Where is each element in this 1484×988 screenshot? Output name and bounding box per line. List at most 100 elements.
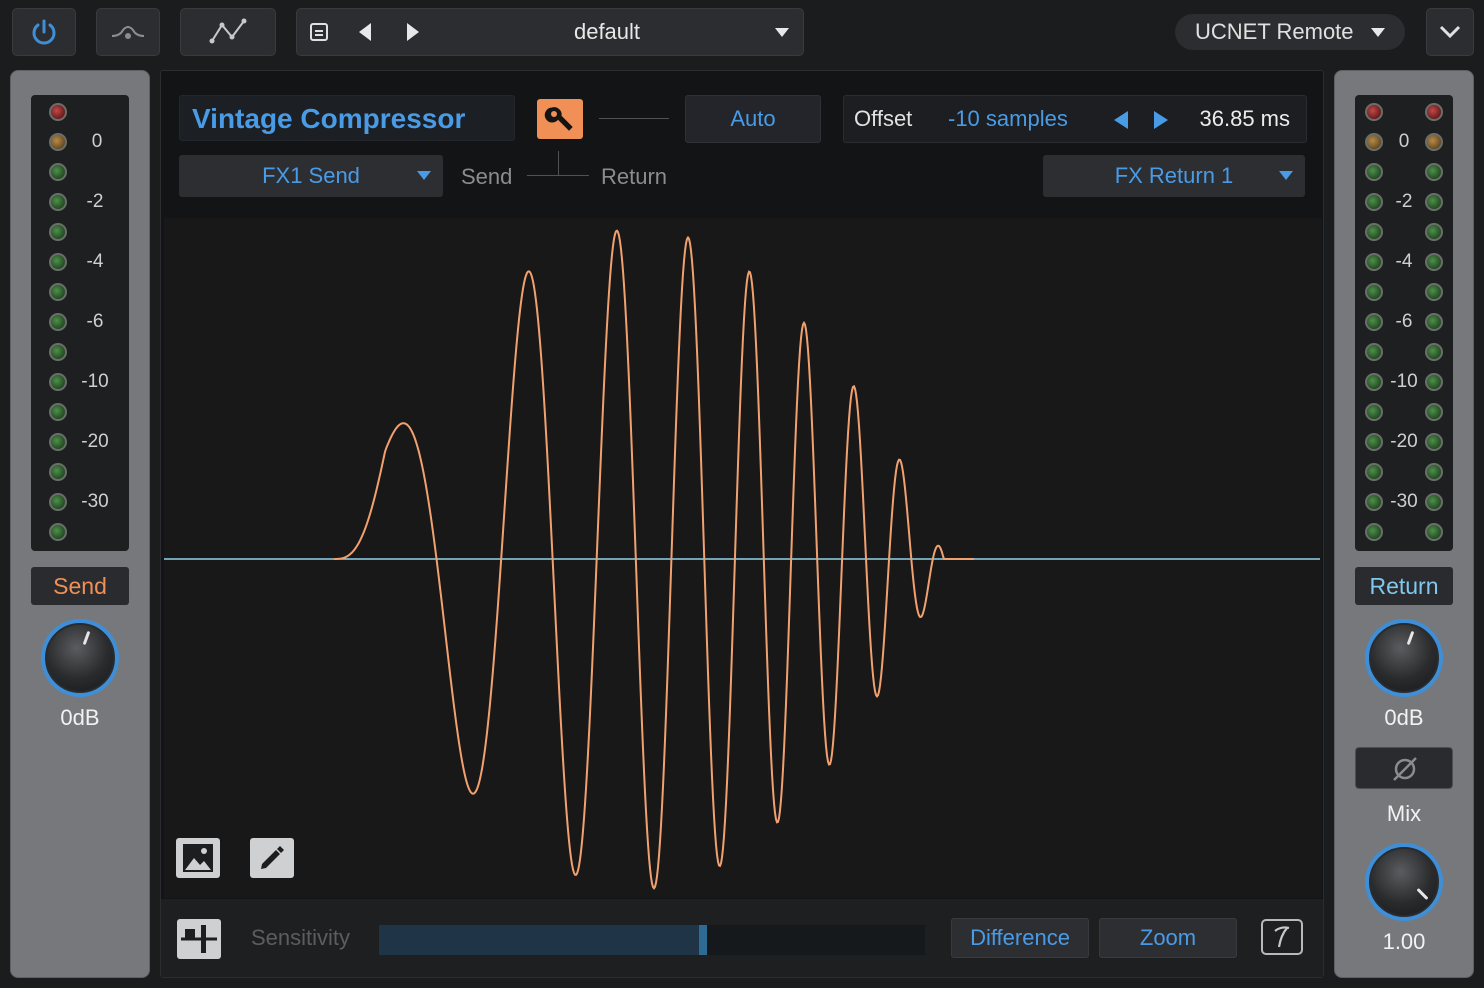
meter-led bbox=[1365, 523, 1383, 541]
return-panel: 0 -2 -4 -6 -10 -20 -30 Return 0dB Mix 1.… bbox=[1334, 70, 1474, 978]
meter-led bbox=[1425, 493, 1443, 511]
meter-led bbox=[1365, 163, 1383, 181]
meter-led bbox=[49, 403, 67, 421]
routing-return-label: Return bbox=[601, 164, 668, 189]
mix-label: Mix bbox=[1386, 801, 1422, 826]
meter-led bbox=[49, 433, 67, 451]
meter-led bbox=[1425, 193, 1443, 211]
meter-led bbox=[49, 373, 67, 391]
meter-led bbox=[1425, 463, 1443, 481]
chevron-down-icon bbox=[775, 28, 789, 37]
meter-led bbox=[1425, 253, 1443, 271]
meter-led bbox=[1425, 343, 1443, 361]
offset-increase-icon[interactable] bbox=[1154, 111, 1168, 129]
meter-led bbox=[49, 253, 67, 271]
return-dropdown[interactable]: FX Return 1 bbox=[1043, 155, 1305, 197]
send-level-knob[interactable] bbox=[41, 619, 119, 697]
expand-button[interactable] bbox=[1426, 8, 1474, 56]
automation-icon bbox=[209, 18, 247, 44]
meter-scale-label: -6 bbox=[1395, 311, 1413, 332]
next-preset-icon[interactable] bbox=[405, 21, 421, 43]
meter-led bbox=[49, 223, 67, 241]
meter-scale-label: 0 bbox=[91, 131, 103, 152]
meter-led bbox=[49, 283, 67, 301]
ab-compare-button[interactable] bbox=[96, 8, 160, 56]
save-preset-icon[interactable] bbox=[309, 22, 329, 42]
offset-samples-value[interactable]: -10 samples bbox=[948, 96, 1068, 142]
sensitivity-slider[interactable] bbox=[379, 925, 925, 955]
sensitivity-handle[interactable] bbox=[698, 925, 707, 955]
meter-led bbox=[1365, 253, 1383, 271]
align-button[interactable] bbox=[177, 919, 221, 959]
meter-led bbox=[1365, 373, 1383, 391]
ucnet-remote-dropdown[interactable]: UCNET Remote bbox=[1175, 14, 1405, 50]
preset-name[interactable]: default bbox=[537, 9, 677, 55]
image-icon bbox=[183, 844, 213, 872]
meter-led bbox=[1365, 463, 1383, 481]
meter-scale-label: -10 bbox=[1390, 371, 1418, 392]
zoom-button[interactable]: Zoom bbox=[1099, 918, 1237, 958]
bottom-toolbar: Sensitivity Difference Zoom bbox=[161, 899, 1323, 977]
meter-led bbox=[1365, 433, 1383, 451]
previous-preset-icon[interactable] bbox=[357, 21, 373, 43]
meter-led bbox=[1425, 103, 1443, 121]
meter-scale-label: -4 bbox=[1395, 251, 1413, 272]
knob-cap bbox=[1371, 849, 1437, 915]
send-level-value: 0dB bbox=[60, 705, 100, 730]
send-dropdown[interactable]: FX1 Send bbox=[179, 155, 443, 197]
meter-led bbox=[1365, 493, 1383, 511]
chevron-down-icon bbox=[417, 171, 431, 180]
remote-label: UCNET Remote bbox=[1195, 19, 1354, 44]
preset-selector[interactable]: default bbox=[296, 8, 804, 56]
phase-invert-icon bbox=[1393, 757, 1417, 781]
meter-led bbox=[49, 523, 67, 541]
meter-led bbox=[1365, 403, 1383, 421]
meter-scale-label: -30 bbox=[1390, 491, 1418, 512]
edit-button[interactable] bbox=[250, 838, 294, 878]
auto-button[interactable]: Auto bbox=[685, 95, 821, 143]
meter-led bbox=[49, 493, 67, 511]
meter-led bbox=[1425, 133, 1443, 151]
function-button[interactable] bbox=[1261, 919, 1303, 955]
routing-line bbox=[527, 175, 589, 176]
plugin-settings-button[interactable] bbox=[537, 99, 583, 139]
meter-led bbox=[49, 103, 67, 121]
meter-scale-label: -6 bbox=[86, 311, 104, 332]
phase-invert-button[interactable] bbox=[1355, 747, 1453, 789]
return-level-knob[interactable] bbox=[1365, 619, 1443, 697]
meter-scale-label: -20 bbox=[81, 431, 109, 452]
meter-led bbox=[1365, 193, 1383, 211]
power-button[interactable] bbox=[12, 8, 76, 56]
return-label: Return bbox=[1355, 567, 1453, 605]
knob-cap bbox=[47, 625, 113, 691]
meter-led bbox=[1365, 283, 1383, 301]
meter-scale-label: 0 bbox=[1398, 131, 1410, 152]
automation-button[interactable] bbox=[180, 8, 276, 56]
meter-led bbox=[49, 133, 67, 151]
snapshot-button[interactable] bbox=[176, 838, 220, 878]
meter-scale-label: -2 bbox=[1395, 191, 1413, 212]
meter-led bbox=[1365, 343, 1383, 361]
mix-knob[interactable] bbox=[1365, 843, 1443, 921]
return-meter: 0 -2 -4 -6 -10 -20 -30 bbox=[1355, 95, 1453, 551]
routing-send-label: Send bbox=[461, 164, 513, 189]
offset-decrease-icon[interactable] bbox=[1114, 111, 1128, 129]
difference-button[interactable]: Difference bbox=[951, 918, 1089, 958]
plugin-name: Vintage Compressor bbox=[179, 95, 515, 141]
function-icon bbox=[1274, 926, 1290, 948]
offset-control: Offset -10 samples 36.85 ms bbox=[843, 95, 1307, 143]
send-dropdown-label: FX1 Send bbox=[262, 163, 360, 188]
meter-led bbox=[1365, 133, 1383, 151]
sensitivity-label: Sensitivity bbox=[251, 925, 351, 950]
meter-scale-label: -2 bbox=[86, 191, 104, 212]
chevron-down-icon bbox=[1371, 28, 1385, 37]
chevron-down-icon bbox=[1279, 171, 1293, 180]
meter-led bbox=[49, 343, 67, 361]
meter-scale-label: -4 bbox=[86, 251, 104, 272]
meter-scale-label: -10 bbox=[81, 371, 109, 392]
waveform-display[interactable] bbox=[164, 218, 1322, 898]
expand-icon bbox=[1439, 25, 1461, 39]
knob-cap bbox=[1371, 625, 1437, 691]
meter-led bbox=[1425, 223, 1443, 241]
offset-ms-value: 36.85 ms bbox=[1199, 106, 1291, 131]
